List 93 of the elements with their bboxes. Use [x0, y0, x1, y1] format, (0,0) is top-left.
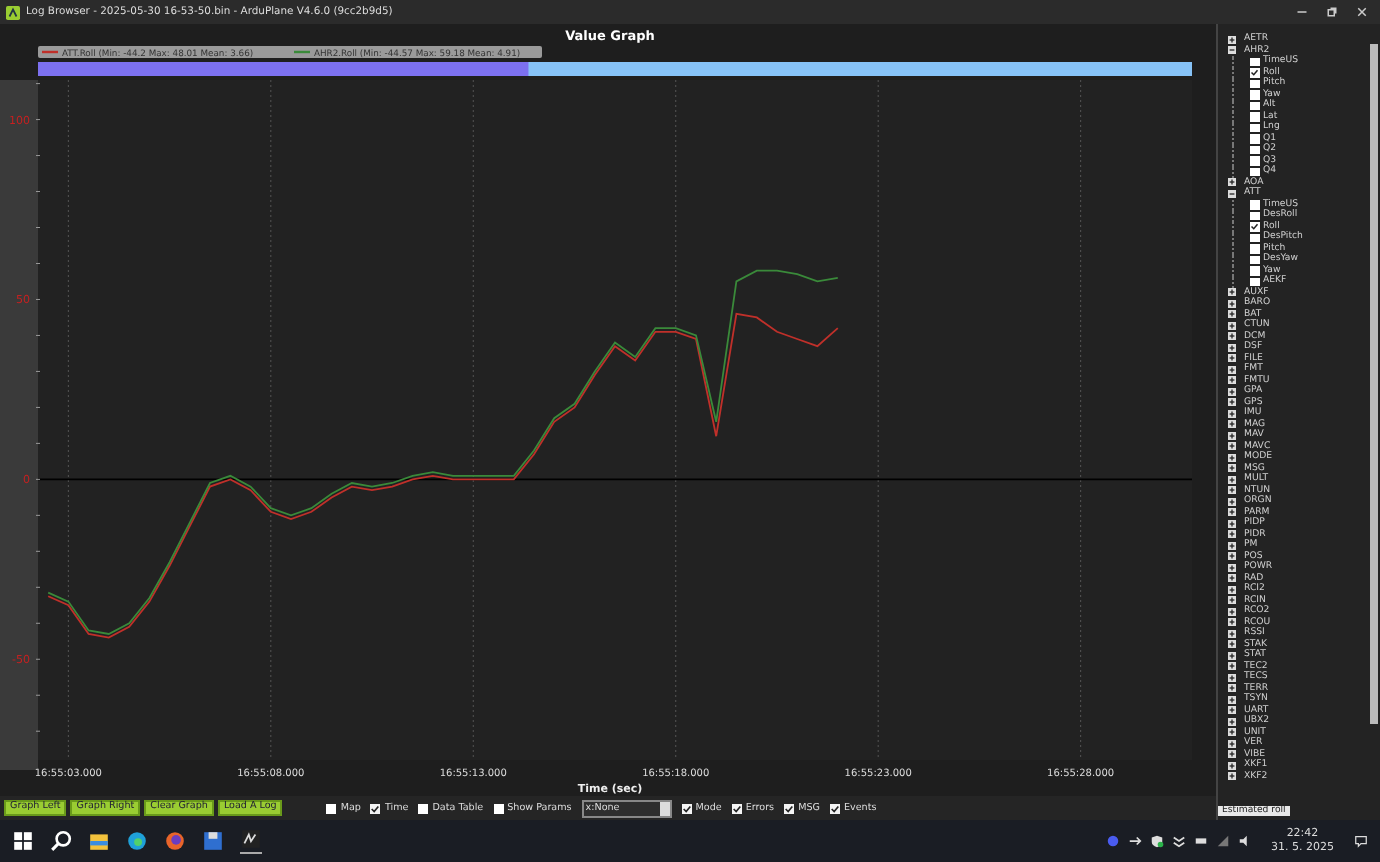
checkbox[interactable]	[1250, 90, 1259, 99]
expander[interactable]	[1228, 299, 1236, 308]
expander[interactable]	[1228, 651, 1236, 660]
expander[interactable]	[1228, 189, 1236, 198]
expander[interactable]	[1228, 739, 1236, 748]
expander[interactable]	[1228, 431, 1236, 440]
expander[interactable]	[1228, 596, 1236, 605]
expander[interactable]	[1228, 178, 1236, 187]
checkbox[interactable]	[1250, 101, 1259, 110]
speaker-icon[interactable]	[1237, 834, 1251, 848]
expander[interactable]	[1228, 343, 1236, 352]
expander[interactable]	[1228, 321, 1236, 330]
expander[interactable]	[1228, 585, 1236, 594]
windows-logo-icon[interactable]	[12, 830, 34, 852]
expander[interactable]	[1228, 420, 1236, 429]
scrollbar[interactable]	[1370, 44, 1378, 724]
checkbox[interactable]	[370, 803, 381, 813]
browser-icon[interactable]	[126, 830, 148, 852]
expander[interactable]	[1228, 563, 1236, 572]
expander[interactable]	[1228, 728, 1236, 737]
signal-icon[interactable]	[1215, 834, 1229, 848]
expander[interactable]	[1228, 761, 1236, 770]
expander[interactable]	[1228, 684, 1236, 693]
checkbox[interactable]	[1250, 167, 1259, 176]
close-icon[interactable]	[1356, 6, 1368, 18]
circle-icon[interactable]	[1105, 834, 1119, 848]
expander[interactable]	[1228, 519, 1236, 528]
checkbox[interactable]	[1250, 222, 1259, 231]
search-icon[interactable]	[50, 830, 72, 852]
expander[interactable]	[1228, 475, 1236, 484]
expander[interactable]	[1228, 717, 1236, 726]
expander[interactable]	[1228, 35, 1236, 44]
expander[interactable]	[1228, 618, 1236, 627]
expander[interactable]	[1228, 750, 1236, 759]
checkbox[interactable]	[493, 803, 504, 813]
expander[interactable]	[1228, 365, 1236, 374]
expander[interactable]	[1228, 772, 1236, 781]
checkbox[interactable]	[1250, 156, 1259, 165]
checkbox[interactable]	[681, 803, 692, 813]
expander[interactable]	[1228, 387, 1236, 396]
folder-icon[interactable]	[88, 830, 110, 852]
expander[interactable]	[1228, 541, 1236, 550]
notification-icon[interactable]	[1354, 834, 1368, 848]
checkbox[interactable]	[1250, 255, 1259, 264]
expander[interactable]	[1228, 409, 1236, 418]
checkbox[interactable]	[784, 803, 795, 813]
expander[interactable]	[1228, 607, 1236, 616]
checkbox[interactable]	[326, 803, 337, 813]
app-icon	[6, 5, 20, 19]
checkbox[interactable]	[1250, 145, 1259, 154]
checkbox[interactable]	[1250, 112, 1259, 121]
checkbox[interactable]	[731, 803, 742, 813]
checkbox[interactable]	[1250, 244, 1259, 253]
expander[interactable]	[1228, 453, 1236, 462]
checkbox[interactable]	[1250, 57, 1259, 66]
expander[interactable]	[1228, 497, 1236, 506]
checkbox[interactable]	[1250, 68, 1259, 77]
expander[interactable]	[1228, 508, 1236, 517]
expander[interactable]	[1228, 486, 1236, 495]
checkbox[interactable]	[1250, 211, 1259, 220]
checkbox[interactable]	[1250, 134, 1259, 143]
expander[interactable]	[1228, 332, 1236, 341]
expander[interactable]	[1228, 706, 1236, 715]
expander[interactable]	[1228, 640, 1236, 649]
app-icon[interactable]	[240, 828, 262, 854]
expander[interactable]	[1228, 442, 1236, 451]
expander[interactable]	[1228, 673, 1236, 682]
expander[interactable]	[1228, 310, 1236, 319]
shield-icon[interactable]	[1149, 834, 1163, 848]
checkbox[interactable]	[1250, 200, 1259, 209]
checkbox[interactable]	[1250, 79, 1259, 88]
expander[interactable]	[1228, 662, 1236, 671]
expander[interactable]	[1228, 398, 1236, 407]
expander[interactable]	[1228, 288, 1236, 297]
restore-icon[interactable]	[1326, 6, 1338, 18]
expander[interactable]	[1228, 464, 1236, 473]
expander[interactable]	[1228, 695, 1236, 704]
browser-icon[interactable]	[164, 830, 186, 852]
checkbox[interactable]	[1250, 233, 1259, 242]
zoom-scrollbar[interactable]	[38, 62, 1192, 76]
checkbox[interactable]	[1250, 266, 1259, 275]
checkbox[interactable]	[1250, 277, 1259, 286]
checkbox[interactable]	[1250, 123, 1259, 132]
checkbox[interactable]	[829, 803, 840, 813]
expander[interactable]	[1228, 376, 1236, 385]
expander[interactable]	[1228, 552, 1236, 561]
expander[interactable]	[1228, 46, 1236, 55]
expander[interactable]	[1228, 629, 1236, 638]
minimize-icon[interactable]	[1296, 6, 1308, 18]
expander[interactable]	[1228, 354, 1236, 363]
checkbox[interactable]	[418, 803, 429, 813]
expander[interactable]	[1228, 530, 1236, 539]
expander[interactable]	[1228, 574, 1236, 583]
